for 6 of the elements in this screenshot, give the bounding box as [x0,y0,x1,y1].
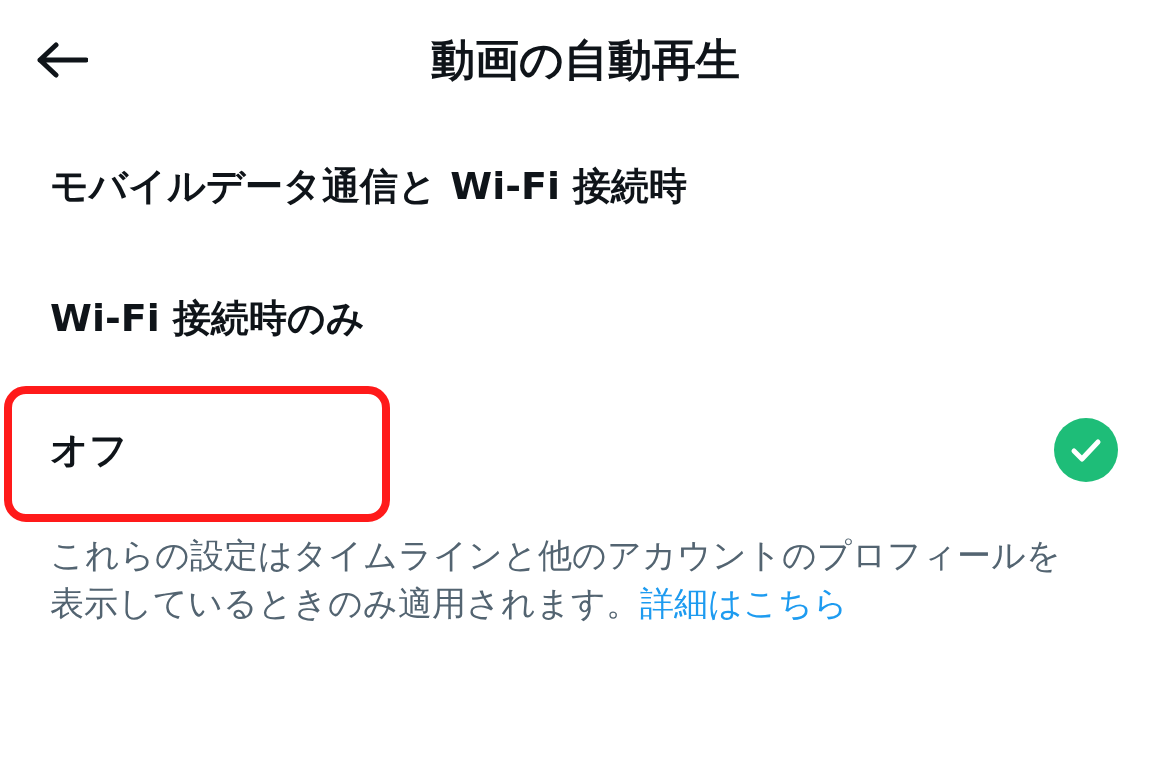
option-item[interactable]: モバイルデータ通信と Wi-Fi 接続時 [50,160,688,212]
settings-note: これらの設定はタイムラインと他のアカウントのプロフィールを表示しているときのみ適用されます。詳細はこちら [50,535,1062,625]
back-arrow-icon[interactable] [36,42,88,78]
page-title: 動画の自動再生 [430,32,740,87]
option-item[interactable]: オフ [50,424,128,476]
option-item[interactable]: Wi-Fi 接続時のみ [50,292,365,344]
